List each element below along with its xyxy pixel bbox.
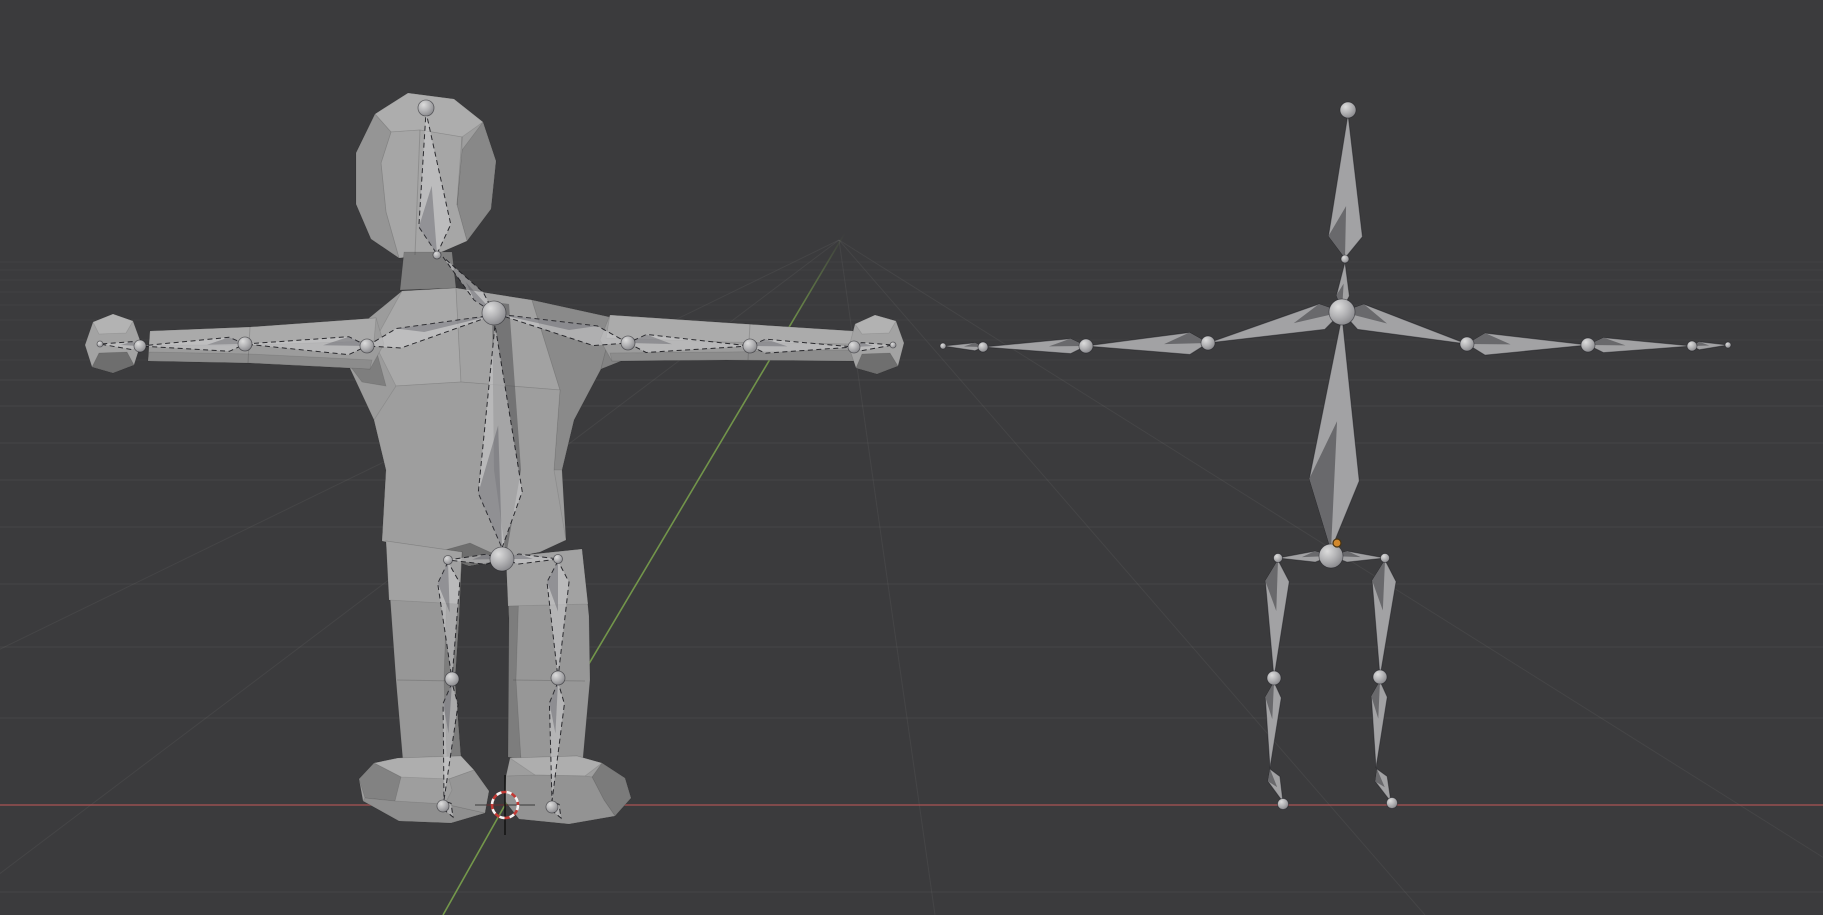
viewport-background: [0, 0, 1823, 915]
bone-joint-sphere: [1725, 342, 1731, 348]
bone-joint-sphere: [482, 301, 506, 325]
bone-joint-sphere: [1274, 554, 1283, 563]
bone-joint-sphere: [1340, 102, 1356, 118]
bone-joint-sphere: [551, 671, 565, 685]
bone-joint-sphere: [1581, 338, 1595, 352]
bone-joint-sphere: [1329, 299, 1355, 325]
bone-joint-sphere: [444, 556, 453, 565]
bone-joint-sphere: [360, 339, 374, 353]
bone-joint-sphere: [1373, 670, 1387, 684]
blender-3d-viewport[interactable]: [0, 0, 1823, 915]
bone-joint-sphere: [621, 336, 635, 350]
bone-joint-sphere: [1079, 339, 1093, 353]
bone-joint-sphere: [433, 251, 441, 259]
bone-joint-sphere: [1201, 336, 1215, 350]
bone-joint-sphere: [1267, 671, 1281, 685]
bone-joint-sphere: [1687, 341, 1697, 351]
bone-joint-sphere: [890, 342, 896, 348]
bone-joint-sphere: [1381, 554, 1390, 563]
armature-origin-dot: [1333, 539, 1341, 547]
bone-joint-sphere: [554, 555, 563, 564]
bone-joint-sphere: [97, 341, 103, 347]
mesh-facet: [374, 382, 566, 566]
bone-joint-sphere: [1278, 799, 1289, 810]
bone-joint-sphere: [134, 340, 146, 352]
bone-joint-sphere: [848, 341, 860, 353]
bone-joint-sphere: [546, 801, 558, 813]
bone-joint-sphere: [743, 339, 757, 353]
bone-joint-sphere: [1341, 255, 1349, 263]
bone-joint-sphere: [1460, 337, 1474, 351]
bone-joint-sphere: [1387, 798, 1398, 809]
bone-joint-sphere: [418, 100, 434, 116]
bone-joint-sphere: [445, 672, 459, 686]
mesh-facet: [400, 252, 456, 290]
bone-joint-sphere: [940, 343, 946, 349]
bone-joint-sphere: [437, 800, 449, 812]
bone-joint-sphere: [1319, 544, 1343, 568]
bone-joint-sphere: [978, 342, 988, 352]
bone-joint-sphere: [490, 547, 514, 571]
viewport-canvas[interactable]: [0, 0, 1823, 915]
bone-joint-sphere: [238, 337, 252, 351]
